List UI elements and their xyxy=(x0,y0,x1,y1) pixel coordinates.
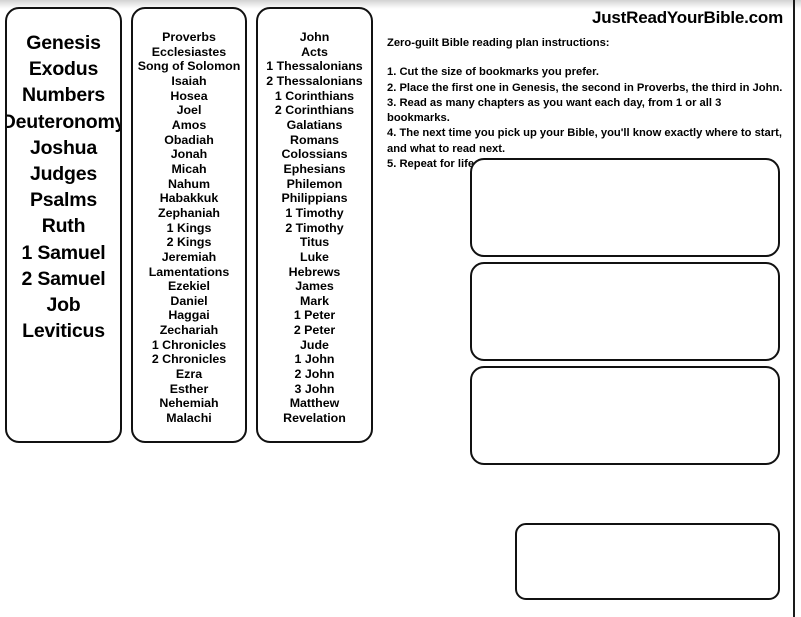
book-list-genesis: Genesis Exodus Numbers Deuteronomy Joshua Jud… xyxy=(5,9,122,441)
book-name: Psalms xyxy=(29,189,98,212)
book-name: 1 Samuel xyxy=(21,241,106,264)
book-name: Philemon xyxy=(286,176,343,191)
book-name: Revelation xyxy=(283,411,346,426)
book-name: Deuteronomy xyxy=(5,110,122,133)
site-title: JustReadYourBible.com xyxy=(591,8,783,27)
book-name: Song of Solomon xyxy=(137,59,241,74)
book-name: Nehemiah xyxy=(159,396,219,411)
book-name: Jude xyxy=(300,337,329,352)
instruction-step: 3. Read as many chapters as you want eac… xyxy=(387,96,722,125)
book-name: Joshua xyxy=(29,136,98,159)
book-name: Habakkuk xyxy=(159,191,219,206)
bookmark-card-john-portrait[interactable]: John Acts 1 Thessalonians 2 Thessalonians 1 … xyxy=(256,7,373,443)
book-name: Obadiah xyxy=(164,132,214,147)
book-name: 2 Chronicles xyxy=(151,352,227,367)
book-list-genesis-landscape: GenesisExodusNumbersDeuteronomyJoshuaJud… xyxy=(470,366,472,463)
book-name: Zechariah xyxy=(159,323,219,338)
instruction-step: 1. Cut the size of bookmarks you prefer. xyxy=(387,66,599,79)
book-name: 3 John xyxy=(294,381,335,396)
book-name: 1 Chronicles xyxy=(151,337,227,352)
book-name: 1 Corinthians xyxy=(274,88,355,103)
book-name: Exodus xyxy=(28,58,99,81)
book-name: James xyxy=(295,279,334,294)
book-name: 1 John xyxy=(294,352,335,367)
bookmark-card-genesis-landscape[interactable]: GenesisExodusNumbersDeuteronomyJoshuaJud… xyxy=(470,366,780,465)
book-name: Judges xyxy=(29,163,98,186)
book-name: Romans xyxy=(290,132,339,147)
book-name: Colossians xyxy=(281,147,348,162)
book-name: Mark xyxy=(300,293,329,308)
book-name: 2 Samuel xyxy=(21,267,106,290)
book-name: Haggai xyxy=(168,308,210,323)
book-name: Titus xyxy=(299,235,330,250)
book-name: 2 John xyxy=(294,367,335,382)
book-name: Luke xyxy=(300,249,329,264)
book-name: Zephaniah xyxy=(158,205,220,220)
book-name: Malachi xyxy=(166,411,212,426)
book-name: Micah xyxy=(171,161,207,176)
book-name: Joel xyxy=(176,103,202,118)
book-name: 2 Peter xyxy=(293,323,336,338)
book-name: Numbers xyxy=(21,84,106,107)
book-name: Ezra xyxy=(175,367,203,382)
instructions-block: Zero-guilt Bible reading plan instructio… xyxy=(387,36,787,172)
book-name: 1 Kings xyxy=(166,220,212,235)
book-name: Leviticus xyxy=(22,320,105,343)
book-name: 1 Timothy xyxy=(285,205,344,220)
book-name: Jonah xyxy=(170,147,208,162)
book-name: Philippians xyxy=(281,191,348,206)
book-name: Matthew xyxy=(289,396,340,411)
book-name: Lamentations xyxy=(148,264,230,279)
book-name: Ecclesiastes xyxy=(151,44,227,59)
book-name: 2 Corinthians xyxy=(274,103,355,118)
book-name: 1 Thessalonians xyxy=(266,59,363,74)
book-name: Ruth xyxy=(41,215,86,238)
instruction-step: 4. The next time you pick up your Bible,… xyxy=(387,127,782,155)
book-name: 2 Kings xyxy=(166,235,212,250)
book-name: Hosea xyxy=(170,88,208,103)
book-name: Ezekiel xyxy=(167,279,211,294)
instructions-heading: Zero-guilt Bible reading plan instructio… xyxy=(387,37,610,49)
bookmark-card-proverbs-landscape[interactable]: ProverbsEcclesiastesSong of SolomonIsaia… xyxy=(470,262,780,361)
book-name: Job xyxy=(46,294,81,317)
book-name: John xyxy=(299,30,330,44)
book-list-proverbs: Proverbs Ecclesiastes Song of Solomon Isaia… xyxy=(133,9,245,441)
book-name: Esther xyxy=(169,381,209,396)
page-right-edge xyxy=(793,0,795,617)
bookmark-card-genesis-portrait[interactable]: Genesis Exodus Numbers Deuteronomy Joshua Jud… xyxy=(5,7,122,443)
book-name: Ephesians xyxy=(283,161,346,176)
book-list-john: John Acts 1 Thessalonians 2 Thessalonians 1 … xyxy=(258,9,371,441)
printable-page: Genesis Exodus Numbers Deuteronomy Joshua Jud… xyxy=(0,0,801,617)
book-list-proverbs-landscape: ProverbsEcclesiastesSong of SolomonIsaia… xyxy=(470,262,472,359)
instruction-step: 2. Place the first one in Genesis, the s… xyxy=(387,81,783,94)
book-name: Jeremiah xyxy=(161,249,217,264)
book-list-john-landscape-small: JohnActs1 Thessalonians2 Thessalonians1 … xyxy=(515,523,517,598)
book-name: Daniel xyxy=(170,293,208,308)
book-list-john-landscape: JohnActs1 Thessalonians2 Thessalonians1 … xyxy=(470,158,472,255)
book-name: 2 Thessalonians xyxy=(266,73,363,88)
book-name: Amos xyxy=(171,117,207,132)
book-name: Acts xyxy=(301,44,328,59)
book-name: 2 Timothy xyxy=(285,220,344,235)
book-name: Genesis xyxy=(26,32,101,54)
book-name: 1 Peter xyxy=(293,308,336,323)
instructions-steps: 1. Cut the size of bookmarks you prefer.… xyxy=(387,65,787,172)
bookmark-card-john-landscape[interactable]: JohnActs1 Thessalonians2 Thessalonians1 … xyxy=(470,158,780,257)
book-name: Isaiah xyxy=(171,73,207,88)
book-name: Nahum xyxy=(168,176,210,191)
book-name: Hebrews xyxy=(288,264,341,279)
book-name: Proverbs xyxy=(162,30,216,44)
bookmark-card-john-landscape-small[interactable]: JohnActs1 Thessalonians2 Thessalonians1 … xyxy=(515,523,780,600)
book-name: Galatians xyxy=(286,117,343,132)
bookmark-card-proverbs-portrait[interactable]: Proverbs Ecclesiastes Song of Solomon Isaia… xyxy=(131,7,247,443)
